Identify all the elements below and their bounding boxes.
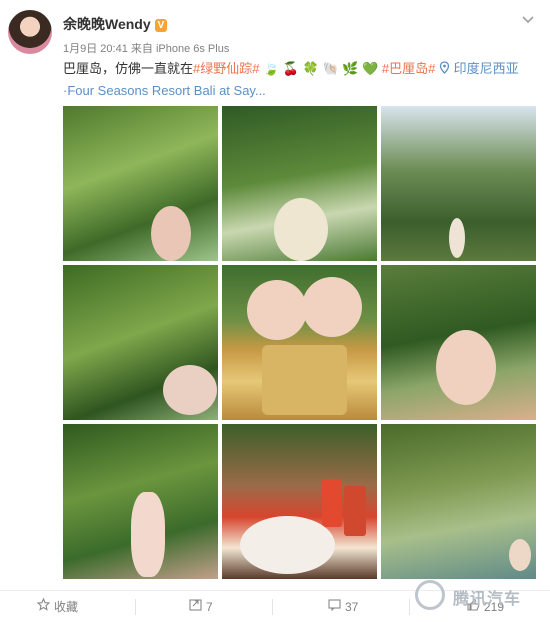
repost-button[interactable]: 7 [188, 597, 213, 617]
favorite-button[interactable]: 收藏 [36, 597, 78, 617]
divider [409, 599, 410, 615]
photo-tile-3[interactable] [381, 106, 536, 261]
divider [272, 599, 273, 615]
chevron-down-icon[interactable] [520, 12, 536, 28]
post-time[interactable]: 1月9日 20:41 [63, 43, 128, 55]
favorite-label: 收藏 [54, 600, 79, 614]
repost-icon [188, 597, 202, 617]
person-shape [163, 365, 217, 415]
hashtag-link[interactable]: #绿野仙踪# [193, 61, 259, 76]
photo-tile-6[interactable] [381, 265, 536, 420]
photo-tile-2[interactable] [222, 106, 377, 261]
photo-tile-7[interactable] [63, 424, 218, 579]
juice-glass-shape [322, 479, 342, 527]
photo-tile-9[interactable] [381, 424, 536, 579]
photo-tile-1[interactable] [63, 106, 218, 261]
author-name-text[interactable]: 余晚晚Wendy [63, 16, 151, 32]
photo-tile-4[interactable] [63, 265, 218, 420]
repost-count: 7 [206, 600, 213, 614]
watermark: 腾讯汽车 [415, 576, 550, 616]
post-text: 巴厘岛，仿佛一直就在#绿野仙踪# 🍃 🍒 🍀 🐚 🌿 💚 #巴厘岛# 印度尼西亚… [63, 58, 541, 102]
photo-grid [63, 106, 536, 579]
watermark-logo-icon [415, 580, 445, 610]
post-source: iPhone 6s Plus [155, 43, 230, 55]
star-icon [36, 597, 50, 617]
photo-tile-8[interactable] [222, 424, 377, 579]
weibo-post-card: 余晚晚Wendy V 1月9日 20:41 来自 iPhone 6s Plus 巴… [0, 0, 550, 621]
fruit-plate-shape [240, 516, 335, 574]
chevron-down-icon-svg [522, 16, 534, 24]
vip-icon: V [154, 18, 168, 32]
golden-box-shape [262, 345, 347, 415]
comment-button[interactable]: 37 [327, 597, 358, 617]
hands-shape [302, 277, 362, 337]
author-name[interactable]: 余晚晚Wendy V [63, 14, 168, 34]
person-shape [274, 198, 328, 261]
photo-tile-5[interactable] [222, 265, 377, 420]
person-shape [131, 492, 165, 577]
location-pin-icon [439, 61, 450, 74]
person-shape [509, 539, 531, 571]
watermark-text: 腾讯汽车 [453, 591, 522, 608]
hands-shape [436, 330, 496, 405]
avatar[interactable] [8, 10, 52, 54]
divider [135, 599, 136, 615]
hands-shape [247, 280, 307, 340]
person-shape [151, 206, 191, 261]
hashtag-link-2[interactable]: #巴厘岛# [382, 61, 435, 76]
comment-count: 37 [345, 600, 359, 614]
comment-icon [327, 597, 341, 617]
person-shape [449, 218, 465, 258]
post-meta: 1月9日 20:41 来自 iPhone 6s Plus [63, 40, 229, 56]
emoji-sequence: 🍃 🍒 🍀 🐚 🌿 💚 [263, 61, 379, 76]
juice-glass-shape [344, 486, 366, 536]
source-prefix: 来自 [130, 43, 153, 55]
post-text-intro: 巴厘岛，仿佛一直就在 [63, 61, 194, 76]
